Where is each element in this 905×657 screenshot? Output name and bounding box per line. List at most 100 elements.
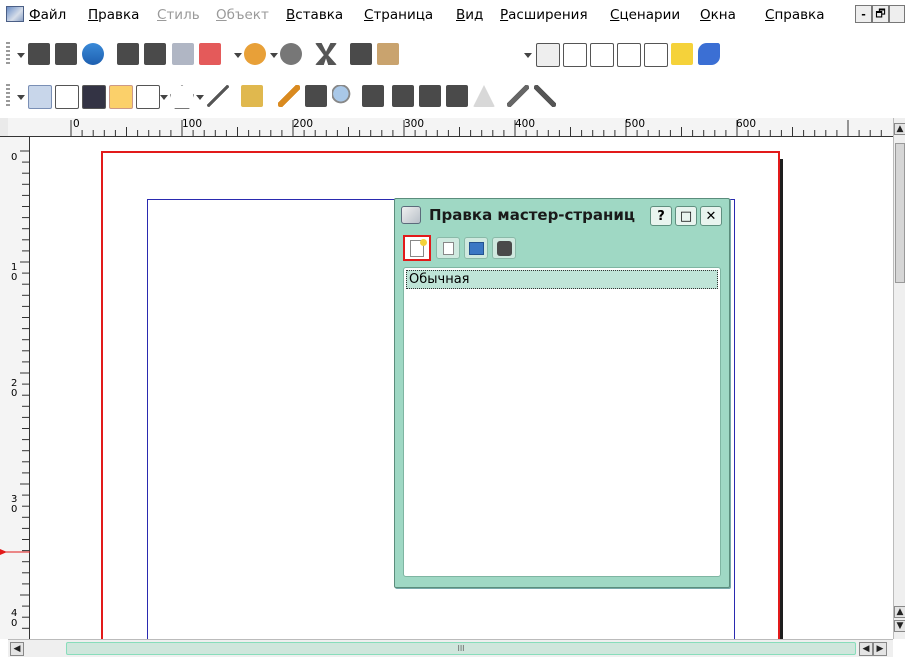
import-icon [469,242,484,255]
chevron-down-icon[interactable] [234,53,242,58]
restore-button[interactable]: 🗗 [872,5,889,23]
freehand-pencil-icon[interactable] [278,85,300,107]
horizontal-ruler[interactable]: 0 100 200 300 400 500 600 [8,118,893,137]
close-app-button[interactable] [889,5,905,23]
scroll-right-button[interactable]: ▶ [873,642,887,656]
duplicate-page-icon [443,242,454,255]
dialog-app-icon [401,206,421,224]
eyedropper-icon[interactable] [534,85,556,107]
edit-content-icon[interactable] [362,85,384,107]
menu-page[interactable]: Страница [364,7,433,23]
chevron-down-icon[interactable] [17,53,25,58]
rectangle-shape-icon[interactable] [136,85,160,109]
toolbar-file [0,34,905,74]
close-dialog-button[interactable]: ✕ [700,206,722,226]
ruler-label: 2 0 [11,378,18,399]
copy-properties-icon[interactable] [507,85,529,107]
menu-windows[interactable]: Окна [700,7,736,23]
chevron-down-icon[interactable] [196,95,204,100]
paste-icon[interactable] [377,43,399,65]
menu-help[interactable]: Справка [765,7,825,23]
redo-icon[interactable] [280,43,302,65]
copy-icon[interactable] [350,43,372,65]
new-master-page-button[interactable] [403,235,431,261]
export-pdf-icon[interactable] [199,43,221,65]
dialog-title: Правка мастер-страниц [429,206,635,224]
scroll-left-button[interactable]: ◀ [10,642,24,656]
print-icon[interactable] [144,43,166,65]
polygon-icon[interactable] [170,85,194,109]
scroll-left-button-right[interactable]: ◀ [859,642,873,656]
vertical-scrollbar[interactable]: ▲ ▲ ▼ [893,118,905,639]
menu-file[interactable]: Файл [29,7,66,23]
pdf-listbox-icon[interactable] [644,43,668,67]
rotate-icon[interactable] [305,85,327,107]
maximize-button[interactable]: □ [675,206,697,226]
pdf-textfield-icon[interactable] [563,43,587,67]
new-document-icon[interactable] [28,43,50,65]
delete-icon [497,241,512,256]
chevron-down-icon[interactable] [17,95,25,100]
text-frame-icon[interactable] [55,85,79,109]
chevron-down-icon[interactable] [160,95,168,100]
scroll-up-button-lower[interactable]: ▲ [894,606,905,618]
help-button[interactable]: ? [650,206,672,226]
open-document-icon[interactable] [55,43,77,65]
toolbar-grip[interactable] [6,42,10,66]
pdf-checkbox-icon[interactable] [590,43,614,67]
save-icon[interactable] [117,43,139,65]
ruler-ticks [70,120,882,137]
undo-icon[interactable] [244,43,266,65]
master-pages-dialog: Правка мастер-страниц ? □ ✕ Обычная [394,198,730,588]
delete-master-page-button[interactable] [492,237,516,259]
ruler-label: 4 0 [11,608,18,629]
preflight-icon[interactable] [172,43,194,65]
horizontal-scroll-thumb[interactable]: III [66,642,856,655]
duplicate-master-page-button[interactable] [436,237,460,259]
menu-extensions[interactable]: Расширения [500,7,588,23]
chevron-down-icon[interactable] [270,53,278,58]
select-pointer-icon[interactable] [28,85,52,109]
menu-edit[interactable]: Правка [88,7,139,23]
text-annotation-icon[interactable] [671,43,693,65]
ruler-label: 600 [736,118,757,130]
edit-text-icon[interactable] [392,85,414,107]
menu-view[interactable]: Вид [456,7,483,23]
bezier-icon[interactable] [241,85,263,107]
ruler-label: 500 [625,118,646,130]
list-item[interactable]: Обычная [406,270,718,289]
unlink-frames-icon[interactable] [446,85,468,107]
scroll-down-button[interactable]: ▼ [894,620,905,632]
zoom-icon[interactable] [332,85,354,107]
minimize-button[interactable]: - [855,5,872,23]
sparkle-icon [420,239,427,246]
ruler-label: 200 [293,118,314,130]
ruler-label: 300 [404,118,425,130]
import-master-page-button[interactable] [464,237,488,259]
vertical-ruler[interactable]: 0 1 0 2 0 3 0 4 0 [0,137,30,639]
measure-icon[interactable] [473,85,495,107]
menu-scripts[interactable]: Сценарии [610,7,680,23]
chevron-down-icon[interactable] [524,53,532,58]
ruler-label: 0 [11,152,18,163]
link-annotation-icon[interactable] [698,43,720,65]
open-recent-icon[interactable] [82,43,104,65]
ruler-label: 400 [515,118,536,130]
line-icon[interactable] [207,85,229,107]
toolbar-grip[interactable] [6,84,10,108]
master-pages-list[interactable]: Обычная [403,267,721,577]
horizontal-scrollbar[interactable]: ◀ III ◀ ▶ [8,639,893,657]
vertical-scroll-thumb[interactable] [895,143,905,283]
pdf-combobox-icon[interactable] [617,43,641,67]
menu-insert[interactable]: Вставка [286,7,343,23]
menu-style[interactable]: Стиль [157,7,200,23]
pdf-button-icon[interactable] [536,43,560,67]
ruler-label: 0 [73,118,80,130]
app-icon [6,6,24,22]
image-frame-icon[interactable] [82,85,106,109]
menu-object[interactable]: Объект [216,7,269,23]
cut-icon[interactable] [315,43,337,65]
table-icon[interactable] [109,85,133,109]
scroll-up-button[interactable]: ▲ [894,123,905,135]
link-frames-icon[interactable] [419,85,441,107]
